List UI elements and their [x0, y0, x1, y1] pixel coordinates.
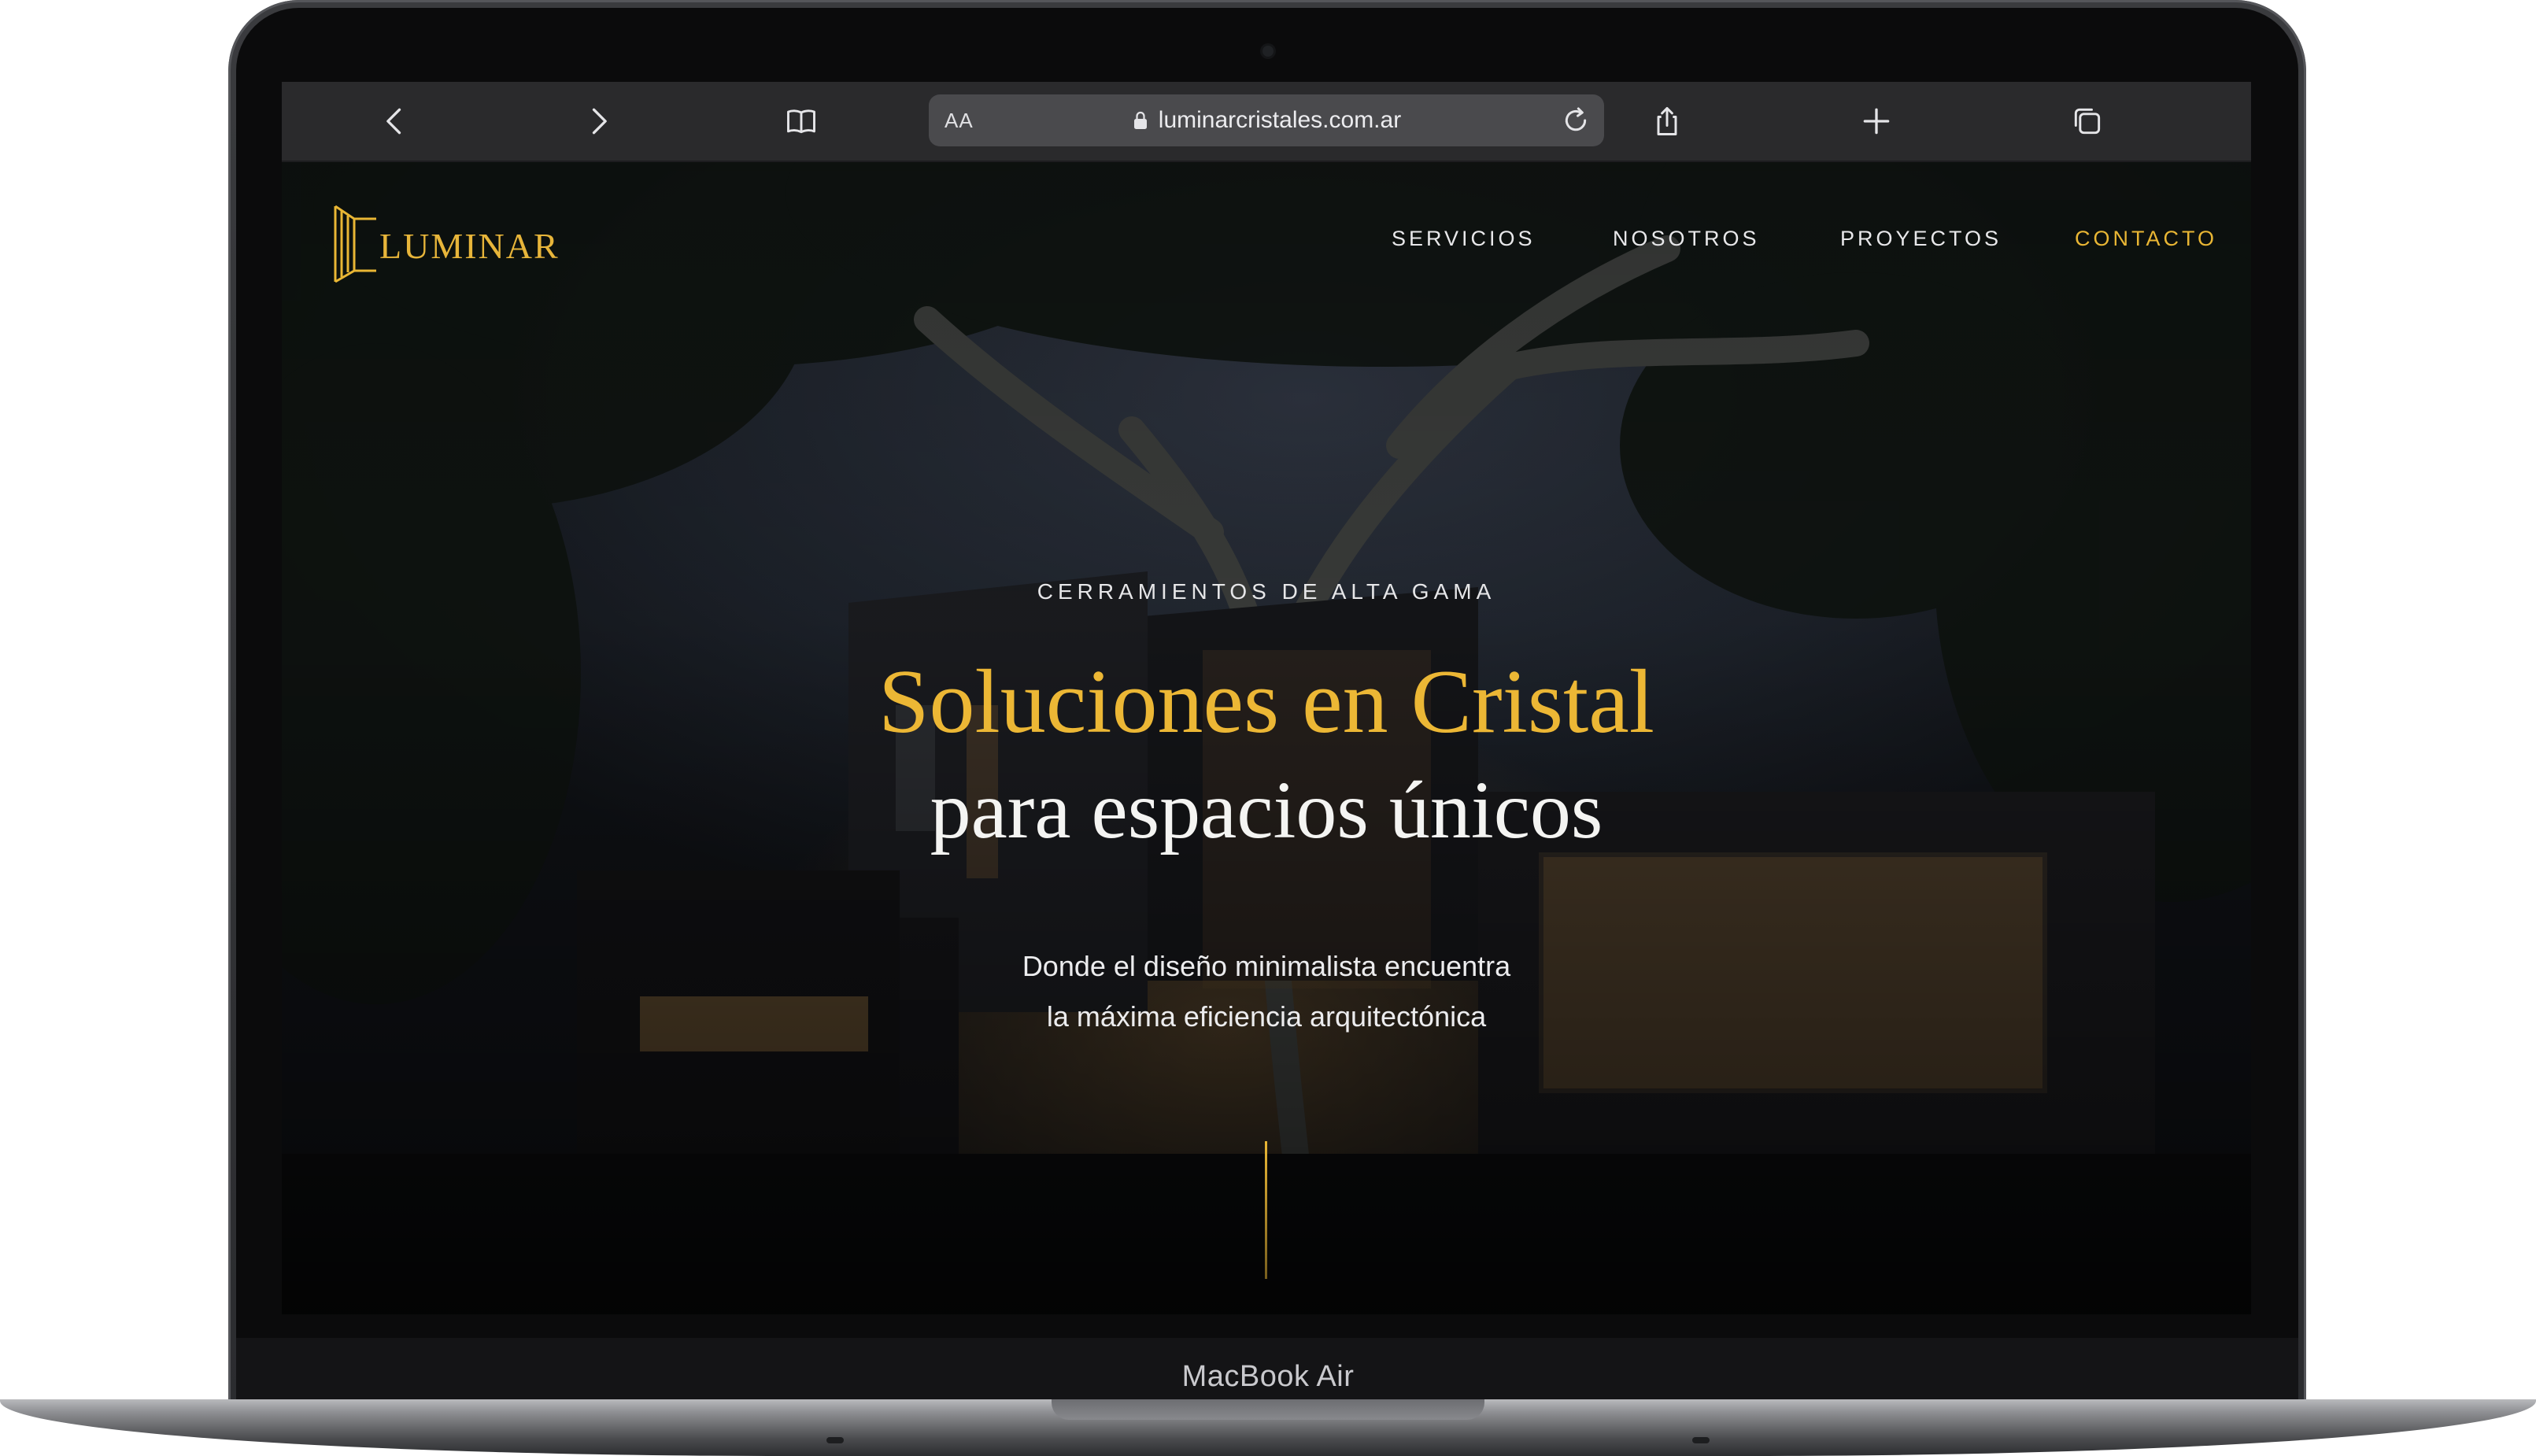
laptop-hinge-notch [1052, 1399, 1484, 1420]
address-bar[interactable]: AA luminarcristales.com.ar [929, 94, 1604, 146]
chevron-right-icon[interactable] [573, 96, 623, 146]
url-text: luminarcristales.com.ar [1158, 107, 1402, 133]
book-icon[interactable] [776, 96, 826, 146]
nav-item-proyectos[interactable]: PROYECTOS [1840, 227, 2002, 251]
hero-eyebrow: CERRAMIENTOS DE ALTA GAMA [1037, 579, 1496, 604]
url-field[interactable]: luminarcristales.com.ar [929, 94, 1604, 146]
brand-name: LUMINAR [379, 225, 560, 266]
laptop-foot [826, 1437, 844, 1443]
device-model-label: MacBook Air [1181, 1360, 1355, 1393]
share-icon[interactable] [1642, 96, 1692, 146]
hero-title-line-1: Soluciones en Cristal [878, 652, 1654, 752]
screen: AA luminarcristales.com.ar LUMINAR SERVI… [282, 82, 2251, 1314]
laptop-foot [1692, 1437, 1710, 1443]
tabs-icon[interactable] [2062, 96, 2113, 146]
hero-subtitle-line-1: Donde el diseño minimalista encuentra [1022, 950, 1511, 982]
hero-title-line-2: para espacios únicos [930, 765, 1603, 855]
web-page: LUMINAR SERVICIOS NOSOTROS PROYECTOS CON… [282, 162, 2251, 1314]
nav-item-servicios[interactable]: SERVICIOS [1392, 227, 1536, 251]
browser-toolbar: AA luminarcristales.com.ar [282, 82, 2251, 162]
plus-icon[interactable] [1851, 96, 1902, 146]
camera-icon [1262, 46, 1274, 57]
nav-item-nosotros[interactable]: NOSOTROS [1613, 227, 1760, 251]
lock-icon [1133, 111, 1147, 129]
logo-icon [334, 205, 376, 283]
reload-icon[interactable] [1557, 102, 1595, 139]
hero-subtitle: Donde el diseño minimalista encuentra la… [282, 941, 2251, 1042]
brand-logo[interactable]: LUMINAR [327, 203, 560, 288]
nav-item-contacto[interactable]: CONTACTO [2075, 227, 2217, 251]
laptop-mockup: AA luminarcristales.com.ar LUMINAR SERVI… [0, 0, 2536, 1456]
hero-subtitle-line-2: la máxima eficiencia arquitectónica [1046, 1000, 1487, 1033]
scroll-indicator [1265, 1141, 1267, 1279]
chevron-left-icon[interactable] [370, 96, 420, 146]
